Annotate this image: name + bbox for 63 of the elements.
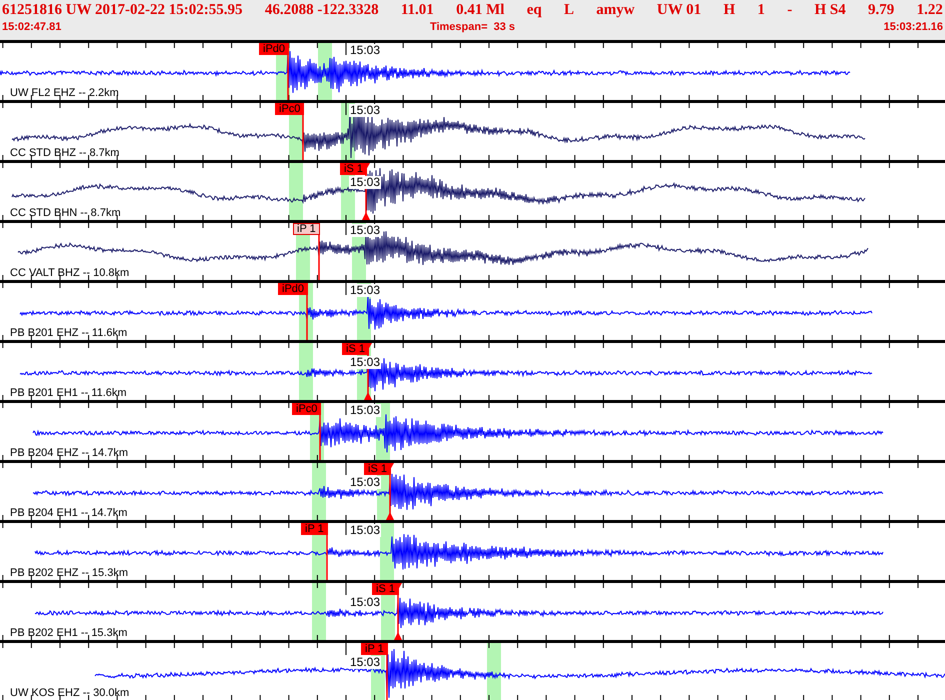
phase-pick-label[interactable]: iS 1 xyxy=(342,343,369,355)
station-label: PB B204 EH1 -- 14.7km xyxy=(10,507,128,519)
time-label: 15:03 xyxy=(349,596,382,609)
station-label: PB B201 EH1 -- 11.6km xyxy=(10,387,127,399)
time-label: 15:03 xyxy=(349,356,382,369)
time-label: 15:03 xyxy=(349,284,382,297)
phase-pick-label[interactable]: iP 1 xyxy=(293,223,320,235)
station-label: CC VALT BHZ -- 10.8km xyxy=(10,267,130,279)
event-field: UW 01 xyxy=(656,2,702,21)
event-field: 61251816 UW 2017-02-22 15:02:55.95 xyxy=(2,2,243,21)
time-window-highlight xyxy=(487,643,501,700)
time-label: 15:03 xyxy=(349,404,382,417)
time-window-highlight xyxy=(312,583,326,640)
phase-pick-label[interactable]: iPc0 xyxy=(275,103,304,115)
phase-pick-label[interactable]: iS 1 xyxy=(340,163,367,175)
time-label: 15:03 xyxy=(349,656,382,669)
time-label: 15:03 xyxy=(349,224,382,237)
time-label: 15:03 xyxy=(349,44,382,57)
pick-line xyxy=(302,115,304,160)
phase-pick-label[interactable]: iS 1 xyxy=(372,583,399,595)
time-label: 15:03 xyxy=(349,476,382,489)
phase-pick-label[interactable]: iPd0 xyxy=(259,43,290,55)
event-field: H S4 xyxy=(814,2,846,21)
time-window-highlight xyxy=(299,343,313,400)
timespan-label: Timespan= 33 s xyxy=(430,21,516,33)
station-label: UW KOS EHZ -- 30.0km xyxy=(10,687,130,699)
time-label: 15:03 xyxy=(349,524,382,537)
station-label: UW FL2 EHZ -- 2.2km xyxy=(10,87,119,99)
start-time: 15:02:47.81 xyxy=(2,21,62,33)
station-label: PB B204 EHZ -- 14.7km xyxy=(10,447,128,459)
time-window-highlight xyxy=(289,163,303,220)
time-label: 15:03 xyxy=(349,104,382,117)
phase-pick-label[interactable]: iP 1 xyxy=(361,643,388,655)
station-label: PB B202 EH1 -- 15.3km xyxy=(10,627,128,639)
phase-pick-label[interactable]: iS 1 xyxy=(364,463,391,475)
end-time: 15:03:21.16 xyxy=(884,21,943,33)
pick-line xyxy=(386,655,388,700)
pick-line xyxy=(287,55,289,100)
station-label: PB B202 EHZ -- 15.3km xyxy=(10,567,128,579)
pick-line xyxy=(318,235,320,280)
event-field: 11.01 xyxy=(400,2,434,21)
event-field: L xyxy=(564,2,574,21)
time-label: 15:03 xyxy=(349,176,382,189)
event-field: amyw xyxy=(596,2,635,21)
event-field: 1.22 xyxy=(916,2,943,21)
phase-pick-label[interactable]: iPd0 xyxy=(278,283,308,295)
station-label: CC STD BHZ -- 8.7km xyxy=(10,147,120,159)
event-field: eq xyxy=(526,2,542,21)
time-window-highlight xyxy=(312,463,326,520)
phase-pick-label[interactable]: iP 1 xyxy=(301,523,328,535)
station-label: PB B201 EHZ -- 11.6km xyxy=(10,327,128,339)
event-field: H xyxy=(723,2,736,21)
event-field: 1 xyxy=(757,2,765,21)
pick-line xyxy=(306,295,308,340)
phase-pick-label[interactable]: iPc0 xyxy=(292,403,322,415)
station-label: CC STD BHN -- 8.7km xyxy=(10,207,121,219)
event-field: 46.2088 -122.3328 xyxy=(264,2,379,21)
pick-line xyxy=(326,535,328,580)
pick-line xyxy=(319,415,321,460)
event-field: - xyxy=(787,2,792,21)
time-window-highlight xyxy=(380,523,394,580)
event-field: 0.41 Ml xyxy=(456,2,504,21)
event-field: 9.79 xyxy=(868,2,894,21)
